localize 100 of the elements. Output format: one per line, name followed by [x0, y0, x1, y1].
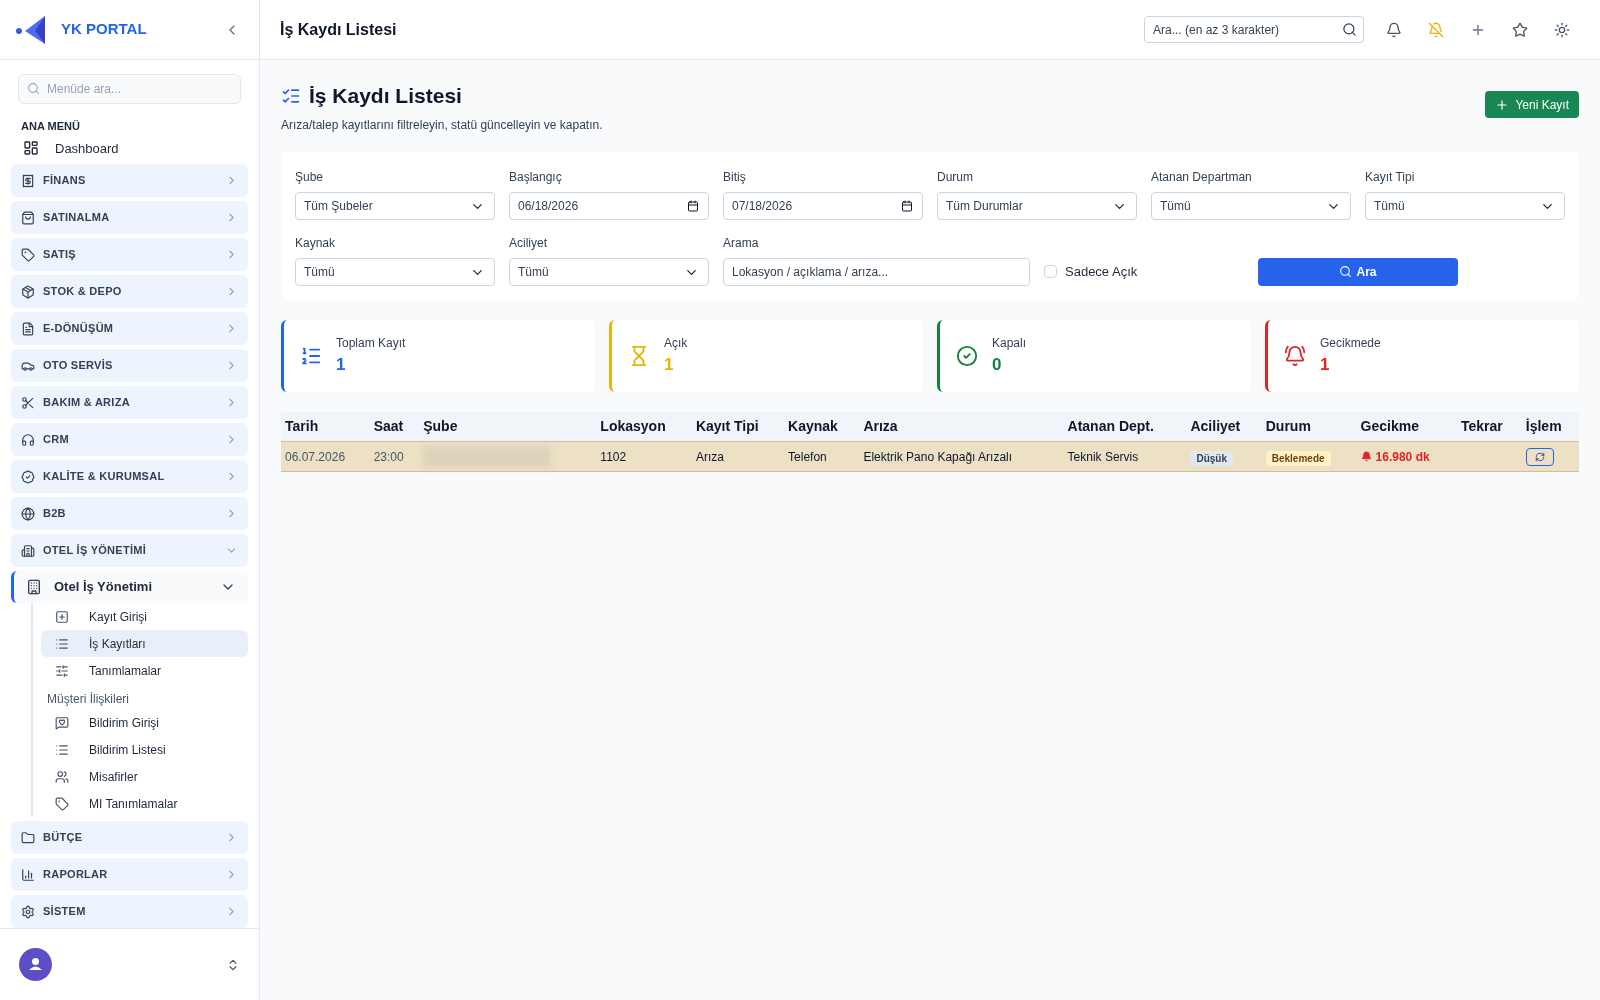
search-icon [1339, 265, 1353, 278]
stat-value: 1 [664, 353, 675, 376]
menu-group[interactable]: SATIŞ [11, 238, 248, 271]
check-circle-icon [956, 344, 978, 367]
menu-group-label: CRM [43, 432, 70, 448]
menu-group-label: B2B [43, 506, 67, 522]
menu-group-label: OTO SERVİS [43, 358, 114, 374]
menu-group[interactable]: CRM [11, 423, 248, 456]
list-icon [55, 636, 69, 651]
select-field[interactable]: Tümü [1365, 191, 1565, 220]
column-header: Tarih [281, 411, 370, 442]
plus-square-icon [55, 609, 69, 624]
menu-group-label: BÜTÇE [43, 830, 84, 846]
column-header: Arıza [859, 411, 1064, 442]
search-field[interactable]: Lokasyon / açıklama / arıza... [723, 257, 1030, 286]
badge-icon [21, 469, 35, 484]
menu-section-title: ANA MENÜ [21, 119, 81, 134]
menu-group[interactable]: KALİTE & KURUMSAL [11, 460, 248, 493]
submenu-item[interactable]: Tanımlamalar [41, 657, 248, 684]
folder-icon [21, 830, 35, 845]
menu-group-label: E-DÖNÜŞÜM [43, 321, 115, 337]
bell-icon [1284, 344, 1306, 367]
menu-group[interactable]: OTEL İŞ YÖNETİMİ [11, 534, 248, 567]
refresh-button[interactable] [1525, 447, 1554, 466]
sun-icon[interactable] [1554, 21, 1570, 38]
submenu-item[interactable]: İş Kayıtları [41, 630, 248, 657]
menu-group[interactable]: SİSTEM [11, 895, 248, 928]
select-field[interactable]: Tüm Durumlar [937, 191, 1137, 220]
submenu-item[interactable]: Bildirim Listesi [41, 736, 248, 763]
menu-group-label: BAKIM & ARIZA [43, 395, 131, 411]
stat-value: 0 [992, 353, 1003, 376]
menu-group[interactable]: OTO SERVİS [11, 349, 248, 382]
refresh-icon [1534, 451, 1545, 462]
menu-group-label: FİNANS [43, 173, 87, 189]
bag-icon [21, 210, 35, 225]
menu-group-label: SATINALMA [43, 210, 111, 226]
search-icon [27, 82, 40, 95]
search-button[interactable]: Ara [1258, 257, 1458, 286]
tag-icon [55, 796, 69, 811]
headset-icon [21, 432, 35, 447]
table-cell: 06.07.2026 [281, 441, 370, 472]
plus-icon [1495, 97, 1510, 112]
submenu-item[interactable]: Bildirim Girişi [41, 709, 248, 736]
globe-icon [21, 506, 35, 521]
menu-group[interactable]: E-DÖNÜŞÜM [11, 312, 248, 345]
global-search-field[interactable]: Ara... (en az 3 karakter) [1144, 16, 1364, 43]
date-field[interactable]: 07/18/2026 [723, 191, 923, 220]
receipt-icon [21, 173, 35, 188]
stat-value: 1 [336, 353, 347, 376]
column-header: Şube [419, 411, 597, 442]
stat-value: 1 [1320, 353, 1331, 376]
menu-search-field[interactable]: Menüde ara... [18, 74, 241, 104]
column-header: Kayıt Tipi [691, 411, 785, 442]
select-field[interactable]: Tümü [295, 257, 495, 286]
filter-label: Bitiş [723, 168, 747, 186]
menu-group[interactable]: SATINALMA [11, 201, 248, 234]
page-subtitle: Arıza/talep kayıtlarını filtreleyin, statü güncelleyin ve kapatın. [281, 116, 604, 134]
table-cell: 1102 [596, 441, 692, 472]
filter-label: Durum [937, 168, 974, 186]
filter-label: Arama [723, 234, 760, 252]
menu-item[interactable]: Dashboard [11, 134, 248, 162]
menu-group[interactable]: BAKIM & ARIZA [11, 386, 248, 419]
bell-icon[interactable] [1386, 21, 1402, 38]
stat-label: Kapalı [992, 334, 1027, 352]
column-header: Durum [1261, 411, 1357, 442]
menu-group[interactable]: STOK & DEPO [11, 275, 248, 308]
submenu-header[interactable]: Otel İş Yönetimi [11, 571, 248, 603]
stat-label: Gecikmede [1320, 334, 1381, 352]
menu-group[interactable]: RAPORLAR [11, 858, 248, 891]
table-row[interactable]: 06.07.2026 23:00 1102 Arıza Telefon Elektrik Pano Kapağı Arızalı Teknik Servis Düşük Beklemede 16.980 dk [281, 441, 1579, 472]
menu-group[interactable]: B2B [11, 497, 248, 530]
filter-label: Kayıt Tipi [1365, 168, 1416, 186]
column-header: Saat [369, 411, 420, 442]
table-cell: Arıza [691, 441, 785, 472]
select-field[interactable]: Tüm Şubeler [295, 191, 495, 220]
submenu-item[interactable]: Misafirler [41, 763, 248, 790]
menu-group-label: SİSTEM [43, 904, 87, 920]
filter-label: Başlangıç [509, 168, 563, 186]
submenu-item[interactable]: Kayıt Girişi [41, 603, 248, 630]
stat-label: Toplam Kayıt [336, 334, 406, 352]
column-header: Tekrar [1456, 411, 1522, 442]
date-field[interactable]: 06/18/2026 [509, 191, 709, 220]
star-icon[interactable] [1512, 21, 1528, 38]
user-avatar[interactable] [19, 948, 52, 981]
menu-group[interactable]: FİNANS [11, 164, 248, 197]
submenu-heading: Müşteri İlişkileri [46, 691, 130, 708]
calendar-icon [901, 199, 913, 212]
only-open-checkbox[interactable]: Sadece Açık [1044, 261, 1138, 282]
filter-label: Aciliyet [509, 234, 548, 252]
sliders-icon [55, 663, 69, 678]
menu-group[interactable]: BÜTÇE [11, 821, 248, 854]
select-field[interactable]: Tümü [509, 257, 709, 286]
select-field[interactable]: Tümü [1151, 191, 1351, 220]
table-cell: Elektrik Pano Kapağı Arızalı [859, 441, 1064, 472]
new-record-button[interactable]: Yeni Kayıt [1485, 91, 1579, 118]
submenu-item[interactable]: MI Tanımlamalar [41, 790, 248, 817]
menu-group-label: SATIŞ [43, 247, 77, 263]
submenu-title: Otel İş Yönetimi [54, 578, 153, 597]
table-cell: Telefon [784, 441, 860, 472]
calendar-icon [687, 199, 699, 212]
